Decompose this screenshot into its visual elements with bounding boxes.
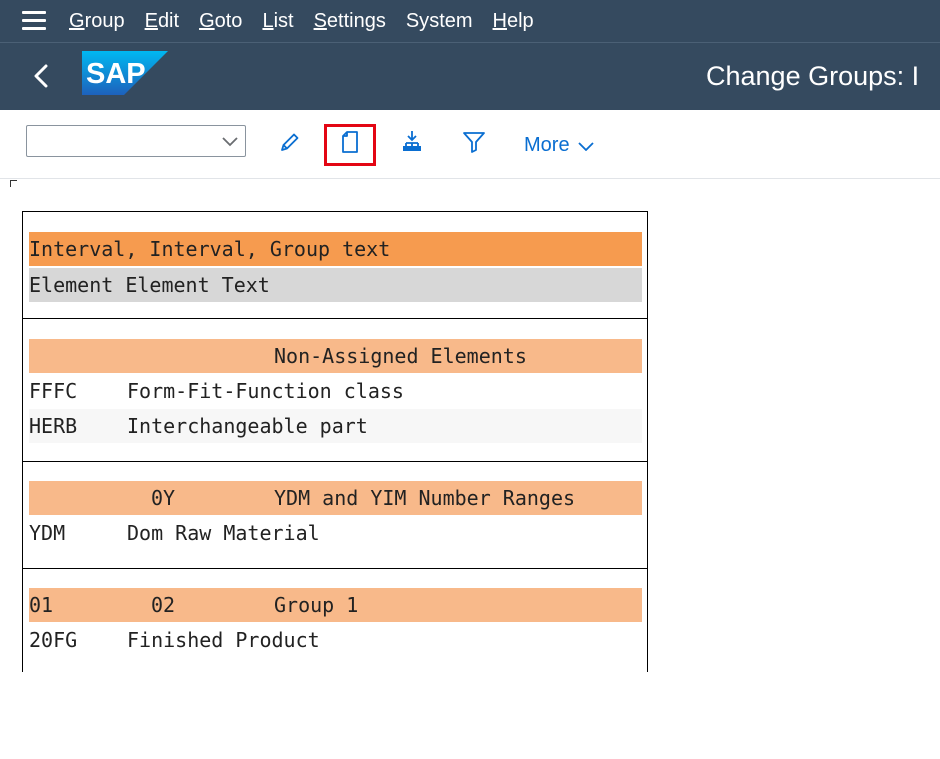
toolbar: More (0, 110, 940, 179)
list-item[interactable]: HERB Interchangeable part (29, 409, 642, 443)
list-item[interactable]: YDM Dom Raw Material (29, 516, 642, 550)
list-item[interactable]: FFFC Form-Fit-Function class (29, 374, 642, 408)
menu-group[interactable]: Group (69, 10, 125, 33)
sap-logo: SAP (82, 51, 168, 95)
group-header-row[interactable]: 0Y YDM and YIM Number Ranges (29, 481, 642, 515)
list-output: Interval, Interval, Group text Element E… (22, 211, 648, 672)
more-label: More (524, 134, 570, 156)
hierarchy-expand-button[interactable] (394, 124, 430, 160)
menu-settings[interactable]: Settings (314, 10, 386, 33)
menu-items: Group Edit Goto List Settings System Hel… (69, 0, 554, 42)
chevron-down-icon (222, 137, 238, 147)
list-item[interactable]: 20FG Finished Product (29, 623, 642, 657)
back-arrow-icon[interactable] (32, 64, 52, 88)
section-divider (23, 568, 647, 569)
menu-goto[interactable]: Goto (199, 10, 242, 33)
edit-button[interactable] (272, 124, 308, 160)
highlight-box (324, 124, 376, 166)
menu-edit[interactable]: Edit (145, 10, 179, 33)
hamburger-menu-icon[interactable] (22, 11, 46, 31)
page-title: Change Groups: I (706, 61, 920, 91)
chevron-down-icon (577, 141, 594, 151)
group-header-row[interactable]: Non-Assigned Elements (29, 339, 642, 373)
sap-logo-text: SAP (86, 58, 146, 90)
list-header-row: Element Element Text (29, 268, 642, 302)
more-button[interactable]: More (524, 134, 594, 157)
group-header-row[interactable]: 01 02 Group 1 (29, 588, 642, 622)
edit-pencil-icon (281, 133, 299, 151)
variant-select[interactable] (26, 125, 246, 157)
menu-list[interactable]: List (262, 10, 293, 33)
shell-bar: SAP Change Groups: I (0, 43, 940, 110)
filter-icon (463, 132, 485, 153)
section-divider (23, 461, 647, 462)
section-divider (23, 318, 647, 319)
hierarchy-expand-icon (403, 131, 421, 151)
corner-mark (10, 180, 17, 187)
filter-button[interactable] (456, 124, 492, 160)
menu-help[interactable]: Help (493, 10, 534, 33)
list-header-row: Interval, Interval, Group text (29, 232, 642, 266)
menu-bar: Group Edit Goto List Settings System Hel… (0, 0, 940, 43)
menu-system[interactable]: System (406, 10, 473, 33)
